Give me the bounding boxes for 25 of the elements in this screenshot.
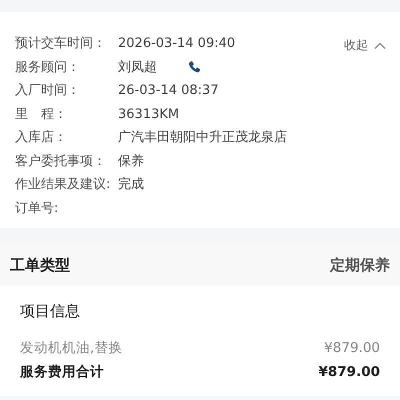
total-price: ¥879.00 bbox=[318, 363, 380, 382]
total-label: 服务费用合计 bbox=[20, 363, 104, 382]
field-label: 作业结果及建议: bbox=[15, 176, 112, 194]
item-price: ¥879.00 bbox=[324, 339, 380, 358]
field-value: 完成 bbox=[118, 176, 144, 194]
field-value: 2026-03-14 09:40 bbox=[118, 35, 236, 53]
order-type-value: 定期保养 bbox=[330, 254, 390, 276]
field-label: 预计交车时间： bbox=[15, 35, 107, 53]
chevron-up-icon[interactable] bbox=[374, 42, 386, 48]
field-value: 36313KM bbox=[118, 106, 180, 124]
field-label: 里 程： bbox=[15, 106, 68, 124]
field-value: 刘凤超 bbox=[118, 58, 157, 76]
field-label: 入库店： bbox=[15, 129, 68, 147]
field-label: 服务顾问： bbox=[15, 58, 81, 76]
phone-icon[interactable] bbox=[187, 60, 202, 75]
collapse-link[interactable]: 收起 bbox=[344, 36, 368, 54]
field-label: 客户委托事项： bbox=[15, 152, 107, 170]
field-label: 入厂时间： bbox=[15, 82, 81, 100]
field-value: 广汽丰田朝阳中升正茂龙泉店 bbox=[118, 129, 287, 147]
field-value: 保养 bbox=[118, 152, 144, 170]
section-title: 工单类型 bbox=[10, 254, 70, 276]
item-name: 发动机机油,替换 bbox=[20, 339, 122, 358]
field-label: 订单号: bbox=[15, 200, 60, 218]
field-value: 26-03-14 08:37 bbox=[118, 82, 219, 100]
section-title: 项目信息 bbox=[20, 301, 81, 322]
